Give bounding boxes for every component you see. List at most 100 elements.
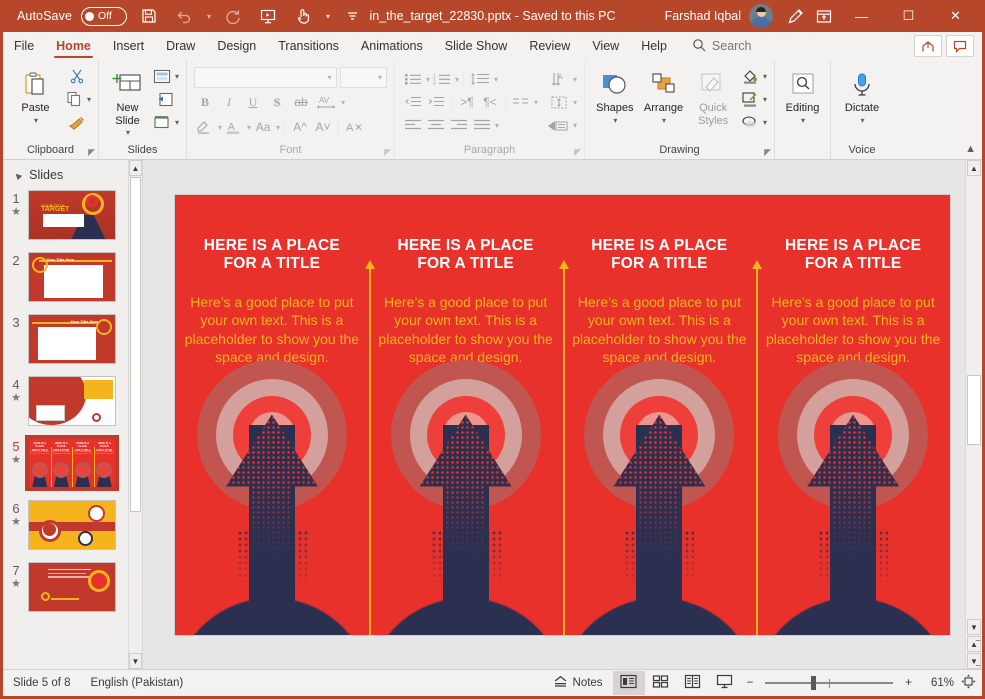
- tab-design[interactable]: Design: [206, 32, 267, 60]
- ink-pen-icon[interactable]: [783, 3, 809, 29]
- font-name-input[interactable]: ▾: [194, 67, 337, 88]
- scroll-up-icon[interactable]: ▲: [967, 160, 981, 176]
- slide-thumbnail-6[interactable]: [28, 500, 116, 550]
- slide-thumbnail-1[interactable]: YOUR TITLE TARGET: [28, 190, 116, 240]
- text-shadow-button[interactable]: S: [266, 91, 288, 113]
- previous-slide-icon[interactable]: ▲̅: [967, 636, 981, 652]
- customize-qat-icon[interactable]: [339, 3, 365, 29]
- reading-view-button[interactable]: [677, 671, 709, 695]
- new-slide-chevron-down-icon[interactable]: ▾: [126, 128, 130, 137]
- fit-to-window-button[interactable]: [954, 671, 982, 695]
- increase-font-size-button[interactable]: A^: [289, 116, 311, 138]
- zoom-out-button[interactable]: −: [741, 670, 760, 696]
- thumbnail-scrollbar[interactable]: ▲ ▼: [128, 160, 142, 669]
- column-body[interactable]: Here’s a good place to put your own text…: [183, 293, 361, 367]
- section-button[interactable]: [151, 111, 173, 133]
- columns-chevron-down-icon[interactable]: ▾: [534, 98, 538, 107]
- normal-view-button[interactable]: [612, 671, 645, 695]
- next-slide-icon[interactable]: ▼̲: [967, 653, 981, 669]
- font-color-button[interactable]: A: [223, 116, 245, 138]
- font-size-input[interactable]: ▾: [339, 67, 387, 88]
- font-dialog-launcher-icon[interactable]: ◤: [384, 147, 391, 158]
- character-spacing-chevron-down-icon[interactable]: ▾: [341, 98, 345, 107]
- increase-indent-button[interactable]: [425, 91, 447, 113]
- list-item[interactable]: 3 Your Title Here: [3, 314, 142, 376]
- tab-view[interactable]: View: [581, 32, 630, 60]
- align-center-button[interactable]: [425, 114, 447, 136]
- slide-thumbnail-5[interactable]: HERE IS A PLACE FOR A TITLE HERE IS A PLA…: [25, 435, 119, 491]
- slides-pane-header[interactable]: ◀ Slides: [3, 160, 142, 188]
- undo-icon[interactable]: [171, 3, 197, 29]
- paragraph-dialog-launcher-icon[interactable]: ◤: [574, 147, 581, 158]
- notes-button[interactable]: Notes: [543, 670, 613, 696]
- layout-button[interactable]: [151, 65, 173, 87]
- font-color-chevron-down-icon[interactable]: ▾: [247, 123, 251, 132]
- tab-animations[interactable]: Animations: [350, 32, 434, 60]
- text-highlight-chevron-down-icon[interactable]: ▾: [218, 123, 222, 132]
- drawing-dialog-launcher-icon[interactable]: ◤: [764, 147, 771, 158]
- clear-all-formatting-button[interactable]: A: [343, 116, 367, 138]
- convert-to-smartart-button[interactable]: [545, 114, 571, 136]
- share-button[interactable]: [914, 35, 942, 57]
- editing-chevron-down-icon[interactable]: ▾: [801, 116, 805, 125]
- column-title[interactable]: HERE IS A PLACE FOR A TITLE: [187, 237, 358, 275]
- slide-indicator[interactable]: Slide 5 of 8: [3, 670, 81, 696]
- thumbnail-scroll-thumb[interactable]: [130, 177, 141, 512]
- underline-button[interactable]: U: [242, 91, 264, 113]
- redo-icon[interactable]: [220, 3, 246, 29]
- list-item[interactable]: 5 ★ HERE IS A PLACE FOR A TITLE HERE IS A…: [3, 435, 142, 500]
- user-name-label[interactable]: Farshad Iqbal: [665, 9, 741, 23]
- shape-effects-chevron-down-icon[interactable]: ▾: [763, 118, 767, 127]
- copy-chevron-down-icon[interactable]: ▾: [87, 95, 91, 104]
- slide-thumbnail-2[interactable]: Your Title Here: [28, 252, 116, 302]
- change-case-button[interactable]: Aa: [252, 116, 274, 138]
- slide-thumbnail-3[interactable]: Your Title Here: [28, 314, 116, 364]
- zoom-slider-handle[interactable]: [811, 676, 817, 690]
- column-body[interactable]: Here’s a good place to put your own text…: [377, 293, 555, 367]
- autosave-toggle[interactable]: Off: [81, 6, 128, 26]
- slide-thumbnail-4[interactable]: [28, 376, 116, 426]
- columns-button[interactable]: [510, 91, 532, 113]
- tab-transitions[interactable]: Transitions: [267, 32, 350, 60]
- tab-review[interactable]: Review: [518, 32, 581, 60]
- list-item[interactable]: 4 ★: [3, 376, 142, 438]
- save-icon[interactable]: [136, 3, 162, 29]
- italic-button[interactable]: I: [218, 91, 240, 113]
- search-box[interactable]: [678, 32, 822, 60]
- slide-sorter-button[interactable]: [645, 671, 677, 695]
- editing-button[interactable]: Editing ▾: [782, 65, 823, 125]
- arrange-button[interactable]: Arrange ▾: [640, 65, 688, 125]
- tab-file[interactable]: File: [3, 32, 45, 60]
- language-indicator[interactable]: English (Pakistan): [81, 670, 194, 696]
- rtl-button[interactable]: ¶<: [479, 91, 501, 113]
- character-spacing-button[interactable]: AV: [314, 91, 338, 113]
- numbering-chevron-down-icon[interactable]: ▾: [455, 75, 459, 84]
- tab-insert[interactable]: Insert: [102, 32, 155, 60]
- thumbnail-list[interactable]: 1 ★ YOUR TITLE TARGET 2 Your Title Here …: [3, 188, 142, 669]
- decrease-font-size-button[interactable]: A˅: [312, 116, 334, 138]
- text-highlight-color-button[interactable]: [194, 116, 216, 138]
- layout-chevron-down-icon[interactable]: ▾: [175, 72, 179, 81]
- start-presentation-icon[interactable]: [255, 3, 281, 29]
- numbering-button[interactable]: 123: [431, 68, 453, 90]
- collapse-ribbon-icon[interactable]: ▲: [965, 143, 976, 155]
- section-chevron-down-icon[interactable]: ▾: [175, 118, 179, 127]
- column-body[interactable]: Here’s a good place to put your own text…: [764, 293, 942, 367]
- line-spacing-button[interactable]: [468, 68, 492, 90]
- cut-button[interactable]: [63, 65, 91, 87]
- slide-editing-surface[interactable]: HERE IS A PLACE FOR A TITLE Here’s a goo…: [175, 194, 950, 635]
- tab-draw[interactable]: Draw: [155, 32, 206, 60]
- align-left-button[interactable]: [402, 114, 424, 136]
- justify-button[interactable]: [471, 114, 493, 136]
- dictate-chevron-down-icon[interactable]: ▾: [860, 116, 864, 125]
- zoom-in-button[interactable]: +: [899, 670, 918, 696]
- shape-outline-chevron-down-icon[interactable]: ▾: [763, 95, 767, 104]
- list-item[interactable]: 7 ★: [3, 562, 142, 624]
- zoom-slider[interactable]: [765, 671, 894, 695]
- thumbnail-scroll-up-icon[interactable]: ▲: [129, 160, 142, 176]
- slideshow-button[interactable]: [709, 671, 741, 695]
- justify-chevron-down-icon[interactable]: ▾: [495, 121, 499, 130]
- new-slide-button[interactable]: New Slide ▾: [106, 65, 149, 137]
- text-direction-button[interactable]: A: [547, 68, 571, 90]
- column-title[interactable]: HERE IS A PLACE FOR A TITLE: [574, 237, 745, 275]
